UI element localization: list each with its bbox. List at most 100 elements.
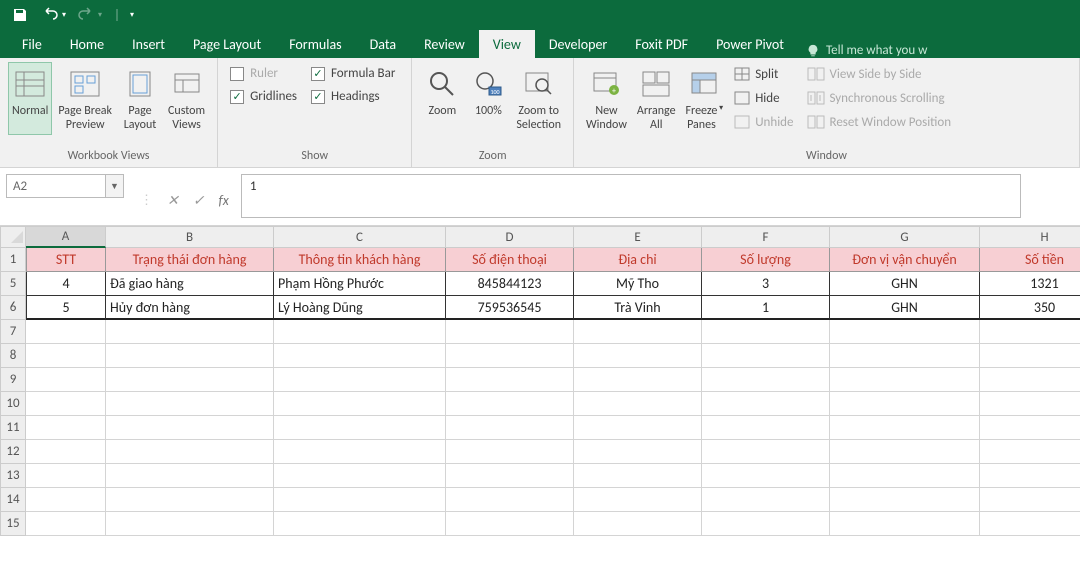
- cell[interactable]: [574, 344, 702, 368]
- cell[interactable]: GHN: [830, 272, 980, 296]
- column-header[interactable]: E: [574, 226, 702, 248]
- zoom-button[interactable]: Zoom: [420, 62, 464, 134]
- reset-window-position-button[interactable]: Reset Window Position: [807, 112, 951, 132]
- row-header[interactable]: 14: [0, 488, 26, 512]
- cell[interactable]: [574, 464, 702, 488]
- page-break-preview-button[interactable]: Page Break Preview: [54, 62, 116, 134]
- cell[interactable]: [106, 392, 274, 416]
- cell[interactable]: [830, 440, 980, 464]
- cell[interactable]: [574, 392, 702, 416]
- cell[interactable]: [446, 392, 574, 416]
- arrange-all-button[interactable]: Arrange All: [633, 62, 680, 134]
- cell[interactable]: [446, 512, 574, 536]
- hide-button[interactable]: Hide: [733, 88, 793, 108]
- cell[interactable]: [702, 416, 830, 440]
- cell[interactable]: [274, 488, 446, 512]
- cell[interactable]: [980, 416, 1080, 440]
- cell[interactable]: [106, 440, 274, 464]
- column-header[interactable]: D: [446, 226, 574, 248]
- cell[interactable]: [702, 368, 830, 392]
- cell[interactable]: [702, 392, 830, 416]
- cell[interactable]: [446, 488, 574, 512]
- tab-data[interactable]: Data: [356, 30, 410, 58]
- cell[interactable]: [106, 464, 274, 488]
- cell[interactable]: [830, 488, 980, 512]
- undo-caret-icon[interactable]: ▾: [62, 10, 66, 20]
- cell[interactable]: [702, 464, 830, 488]
- cell[interactable]: [26, 464, 106, 488]
- formula-input[interactable]: 1: [241, 174, 1021, 218]
- cell[interactable]: [446, 344, 574, 368]
- cell[interactable]: [274, 440, 446, 464]
- tab-formulas[interactable]: Formulas: [275, 30, 355, 58]
- zoom-100-button[interactable]: 100 100%: [466, 62, 510, 134]
- cell[interactable]: [26, 344, 106, 368]
- cell[interactable]: STT: [26, 248, 106, 272]
- cell[interactable]: [26, 392, 106, 416]
- cell[interactable]: Thông tin khách hàng: [274, 248, 446, 272]
- cell[interactable]: Số lượng: [702, 248, 830, 272]
- cell[interactable]: [26, 320, 106, 344]
- column-header[interactable]: B: [106, 226, 274, 248]
- column-header[interactable]: F: [702, 226, 830, 248]
- undo-button[interactable]: [36, 2, 64, 28]
- cell[interactable]: Trạng thái đơn hàng: [106, 248, 274, 272]
- cell[interactable]: [980, 344, 1080, 368]
- redo-button[interactable]: [72, 2, 100, 28]
- tab-page-layout[interactable]: Page Layout: [179, 30, 275, 58]
- custom-views-button[interactable]: Custom Views: [164, 62, 209, 134]
- column-header[interactable]: H: [980, 226, 1080, 248]
- column-header[interactable]: C: [274, 226, 446, 248]
- synchronous-scrolling-button[interactable]: Synchronous Scrolling: [807, 88, 951, 108]
- cell[interactable]: Địa chỉ: [574, 248, 702, 272]
- tab-powerpivot[interactable]: Power Pivot: [702, 30, 798, 58]
- cell[interactable]: [574, 440, 702, 464]
- column-header[interactable]: A: [26, 226, 106, 248]
- name-box[interactable]: A2: [6, 174, 106, 198]
- row-header[interactable]: 9: [0, 368, 26, 392]
- enter-formula-button[interactable]: ✓: [193, 192, 205, 209]
- cell[interactable]: 1: [702, 296, 830, 320]
- row-header[interactable]: 8: [0, 344, 26, 368]
- cell[interactable]: [446, 440, 574, 464]
- cell[interactable]: [830, 392, 980, 416]
- cell[interactable]: Số tiền: [980, 248, 1080, 272]
- cell[interactable]: [26, 368, 106, 392]
- cell[interactable]: Số điện thoại: [446, 248, 574, 272]
- cell[interactable]: 4: [26, 272, 106, 296]
- cell[interactable]: [574, 512, 702, 536]
- row-header[interactable]: 7: [0, 320, 26, 344]
- cell[interactable]: Hủy đơn hàng: [106, 296, 274, 320]
- cell[interactable]: [274, 368, 446, 392]
- cell[interactable]: [702, 440, 830, 464]
- row-header[interactable]: 10: [0, 392, 26, 416]
- view-side-by-side-button[interactable]: View Side by Side: [807, 64, 951, 84]
- cell[interactable]: Đơn vị vận chuyển: [830, 248, 980, 272]
- cell[interactable]: [830, 320, 980, 344]
- cell[interactable]: 759536545: [446, 296, 574, 320]
- row-header[interactable]: 15: [0, 512, 26, 536]
- tell-me-search[interactable]: Tell me what you w: [806, 43, 928, 58]
- cell[interactable]: [106, 512, 274, 536]
- tab-insert[interactable]: Insert: [118, 30, 179, 58]
- row-header[interactable]: 5: [0, 272, 26, 296]
- cell[interactable]: 1321: [980, 272, 1080, 296]
- cell[interactable]: [980, 320, 1080, 344]
- cell[interactable]: [574, 368, 702, 392]
- cell[interactable]: Phạm Hồng Phước: [274, 272, 446, 296]
- cell[interactable]: [274, 416, 446, 440]
- page-layout-button[interactable]: Page Layout: [118, 62, 162, 134]
- cell[interactable]: [106, 416, 274, 440]
- cell[interactable]: [446, 368, 574, 392]
- cell[interactable]: 350: [980, 296, 1080, 320]
- cell[interactable]: [830, 368, 980, 392]
- cell[interactable]: [274, 392, 446, 416]
- select-all-corner[interactable]: [0, 226, 26, 248]
- cell[interactable]: Trà Vinh: [574, 296, 702, 320]
- cells-area[interactable]: STTTrạng thái đơn hàngThông tin khách hà…: [26, 248, 1080, 536]
- tab-foxit[interactable]: Foxit PDF: [621, 30, 702, 58]
- cell[interactable]: Mỹ Tho: [574, 272, 702, 296]
- zoom-to-selection-button[interactable]: Zoom to Selection: [512, 62, 565, 134]
- cell[interactable]: [26, 440, 106, 464]
- cell[interactable]: [106, 320, 274, 344]
